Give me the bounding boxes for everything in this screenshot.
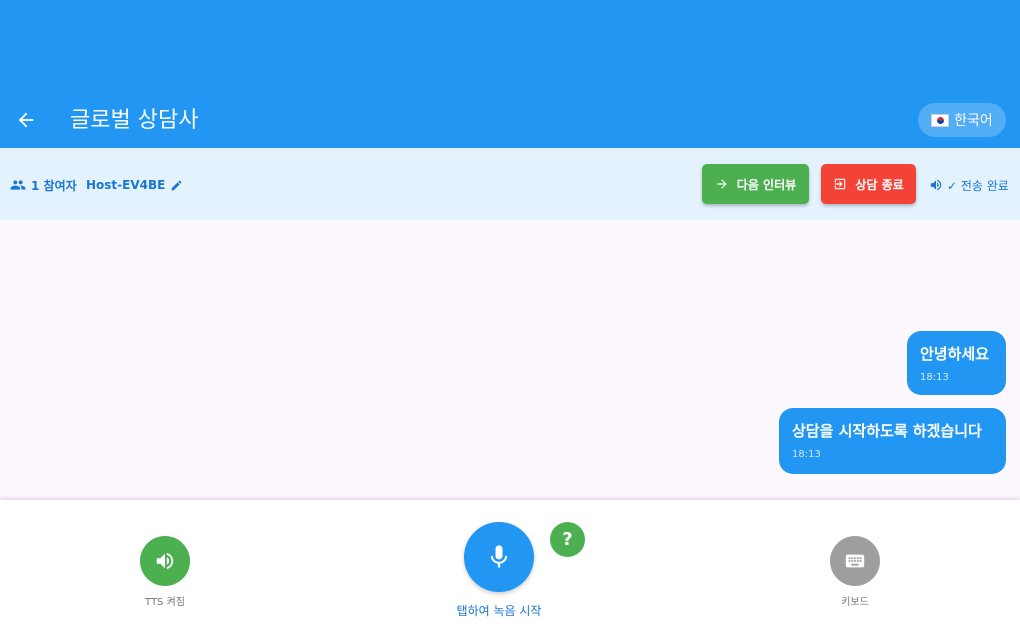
speaker-icon [930, 179, 942, 191]
next-interview-button[interactable]: 다음 인터뷰 [702, 164, 809, 204]
next-interview-label: 다음 인터뷰 [736, 177, 797, 192]
south-korea-flag-icon [931, 113, 950, 127]
keyboard-toggle-button[interactable] [830, 536, 880, 586]
volume-up-icon [156, 552, 174, 570]
record-mic-button[interactable] [464, 522, 534, 592]
arrow-forward-icon [717, 179, 727, 189]
sent-status-label: ✓ 전송 완료 [947, 178, 1009, 193]
message-time: 18:13 [920, 372, 949, 383]
message-time: 18:13 [792, 449, 821, 460]
transmission-status: ✓ 전송 완료 [929, 176, 1009, 194]
participants-indicator: 1 참여자 [10, 176, 77, 194]
message-text: 상담을 시작하도록 하겠습니다 [792, 422, 982, 440]
exit-icon [835, 178, 846, 190]
host-name-label: Host-EV4BE [86, 178, 166, 192]
message-bubble: 상담을 시작하도록 하겠습니다 18:13 [779, 408, 1006, 474]
language-selector-button[interactable]: 한국어 [918, 103, 1006, 137]
back-button[interactable] [12, 106, 40, 134]
microphone-icon [490, 545, 508, 568]
keyboard-label: 키보드 [841, 597, 869, 608]
record-hint-label: 탭하여 녹음 시작 [456, 604, 542, 618]
tts-toggle-button[interactable] [140, 536, 190, 586]
end-consultation-button[interactable]: 상담 종료 [821, 164, 916, 204]
help-question-icon: ? [562, 529, 573, 550]
tts-status-label: TTS 켜짐 [145, 597, 185, 608]
edit-pencil-icon[interactable] [170, 179, 183, 192]
end-consultation-label: 상담 종료 [855, 177, 904, 192]
participants-label: 1 참여자 [31, 178, 77, 193]
message-text: 안녕하세요 [920, 345, 990, 363]
page-title: 글로벌 상담사 [70, 108, 199, 133]
people-icon [10, 180, 26, 190]
host-name-editor[interactable]: Host-EV4BE [86, 176, 183, 194]
message-bubble: 안녕하세요 18:13 [907, 331, 1006, 395]
arrow-back-icon [18, 112, 34, 128]
language-label: 한국어 [954, 113, 993, 129]
keyboard-icon [845, 554, 865, 568]
help-button[interactable]: ? [550, 522, 585, 557]
